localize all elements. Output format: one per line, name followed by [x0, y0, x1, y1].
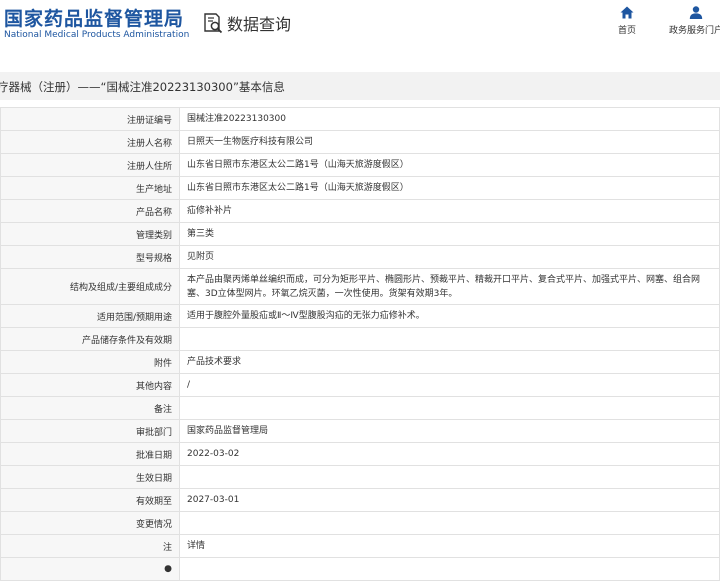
table-row: 管理类别 第三类: [0, 222, 720, 246]
table-row: 变更情况: [0, 511, 720, 535]
nav-home[interactable]: 首页: [612, 6, 642, 36]
site-logo-subtitle: National Medical Products Administration: [4, 30, 190, 40]
table-row: 产品储存条件及有效期: [0, 327, 720, 351]
field-value: [179, 557, 720, 581]
field-value: 疝修补补片: [179, 199, 720, 223]
field-label: 注册人住所: [0, 153, 180, 177]
bullet-icon: ●: [164, 564, 172, 574]
field-value: 2022-03-02: [179, 442, 720, 466]
table-row: 注册证编号 国械注准20223130300: [0, 107, 720, 131]
table-row: 备注: [0, 396, 720, 420]
field-value: 2027-03-01: [179, 488, 720, 512]
table-row: 有效期至 2027-03-01: [0, 488, 720, 512]
field-label: 管理类别: [0, 222, 180, 246]
table-row: 型号规格 见附页: [0, 245, 720, 269]
page-title: 疗器械（注册）——“国械注准20223130300”基本信息: [0, 80, 285, 94]
nav-portal-label: 政务服务门户: [668, 26, 720, 36]
device-info-table: 注册证编号 国械注准20223130300 注册人名称 日照天一生物医疗科技有限…: [0, 107, 720, 581]
field-value: 详情: [179, 534, 720, 558]
field-value: 见附页: [179, 245, 720, 269]
field-label: 产品储存条件及有效期: [0, 327, 180, 351]
table-row: 产品名称 疝修补补片: [0, 199, 720, 223]
table-row: ●: [0, 557, 720, 581]
field-value: 国械注准20223130300: [179, 107, 720, 131]
table-row: 生效日期: [0, 465, 720, 489]
field-value: 第三类: [179, 222, 720, 246]
field-value: 国家药品监督管理局: [179, 419, 720, 443]
field-label: 适用范围/预期用途: [0, 304, 180, 328]
field-value: /: [179, 373, 720, 397]
field-value: 山东省日照市东港区太公二路1号（山海天旅游度假区）: [179, 176, 720, 200]
table-row: 生产地址 山东省日照市东港区太公二路1号（山海天旅游度假区）: [0, 176, 720, 200]
field-label: 其他内容: [0, 373, 180, 397]
data-query-title: 数据查询: [227, 15, 292, 34]
field-label: 注: [0, 534, 180, 558]
field-label: 注册证编号: [0, 107, 180, 131]
nav-home-label: 首页: [617, 26, 636, 36]
table-row: 注册人住所 山东省日照市东港区太公二路1号（山海天旅游度假区）: [0, 153, 720, 177]
field-value: 产品技术要求: [179, 350, 720, 374]
data-query-heading: 数据查询: [202, 11, 291, 35]
page-title-bar: 疗器械（注册）——“国械注准20223130300”基本信息: [0, 72, 720, 100]
field-label: 批准日期: [0, 442, 180, 466]
field-label: 备注: [0, 396, 180, 420]
field-label: 生效日期: [0, 465, 180, 489]
field-value: [179, 327, 720, 351]
field-value: 本产品由聚丙烯单丝编织而成，可分为矩形平片、椭圆形片、预裁平片、精裁开口平片、复…: [179, 268, 720, 305]
table-row: 结构及组成/主要组成成分 本产品由聚丙烯单丝编织而成，可分为矩形平片、椭圆形片、…: [0, 268, 720, 305]
table-row: 其他内容 /: [0, 373, 720, 397]
field-value: [179, 511, 720, 535]
table-row: 审批部门 国家药品监督管理局: [0, 419, 720, 443]
field-label: 生产地址: [0, 176, 180, 200]
field-value: 山东省日照市东港区太公二路1号（山海天旅游度假区）: [179, 153, 720, 177]
field-value: 日照天一生物医疗科技有限公司: [179, 130, 720, 154]
field-label: 产品名称: [0, 199, 180, 223]
home-icon: [620, 6, 634, 19]
field-label: 注册人名称: [0, 130, 180, 154]
field-value: [179, 396, 720, 420]
note-label: ●: [0, 557, 180, 581]
site-header: 国家药品监督管理局 National Medical Products Admi…: [0, 0, 720, 60]
field-label: 审批部门: [0, 419, 180, 443]
field-label: 有效期至: [0, 488, 180, 512]
field-label: 变更情况: [0, 511, 180, 535]
table-row: 适用范围/预期用途 适用于腹腔外量股疝或Ⅱ～Ⅳ型腹股沟疝的无张力疝修补术。: [0, 304, 720, 328]
user-icon: [689, 6, 703, 19]
field-label: 附件: [0, 350, 180, 374]
table-row: 批准日期 2022-03-02: [0, 442, 720, 466]
nav-government-portal[interactable]: 政务服务门户: [664, 6, 720, 36]
field-value: [179, 465, 720, 489]
table-row: 注册人名称 日照天一生物医疗科技有限公司: [0, 130, 720, 154]
field-value: 适用于腹腔外量股疝或Ⅱ～Ⅳ型腹股沟疝的无张力疝修补术。: [179, 304, 720, 328]
search-document-icon: [204, 13, 223, 34]
field-label: 型号规格: [0, 245, 180, 269]
field-label: 结构及组成/主要组成成分: [0, 268, 180, 305]
table-row: 注 详情: [0, 534, 720, 558]
table-row: 附件 产品技术要求: [0, 350, 720, 374]
site-logo-title[interactable]: 国家药品监督管理局: [4, 4, 184, 31]
